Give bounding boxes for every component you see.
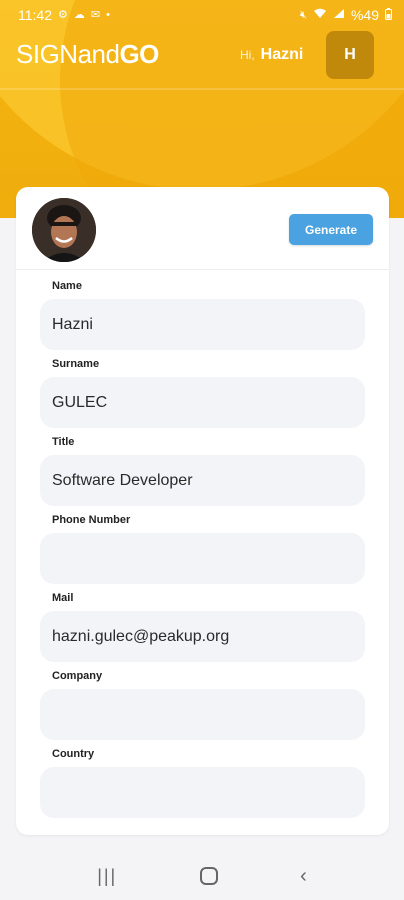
status-right: 🔇︎ %49 xyxy=(300,7,392,23)
phone-field-group: Phone Number xyxy=(40,514,365,584)
settings-icon: ⚙ xyxy=(58,8,68,21)
name-label: Name xyxy=(52,280,82,292)
phone-label: Phone Number xyxy=(52,514,131,526)
logo-text: SIGNand xyxy=(16,39,120,69)
wifi-icon xyxy=(313,8,327,22)
country-field-group: Country xyxy=(40,748,365,818)
system-nav-bar: ||| ‹ xyxy=(0,852,404,900)
avatar-initial: H xyxy=(344,46,356,63)
title-input[interactable]: Software Developer xyxy=(40,455,365,506)
app-bar: SIGNandGO Hi, Hazni H xyxy=(0,30,404,80)
company-input[interactable] xyxy=(40,689,365,740)
mail-icon: ✉ xyxy=(90,8,101,21)
profile-form-card: Generate Name Hazni Surname GULEC Title … xyxy=(16,187,389,835)
dot-icon: • xyxy=(106,8,110,21)
company-field-group: Company xyxy=(40,670,365,740)
back-icon[interactable]: ‹ xyxy=(300,865,307,888)
signal-icon xyxy=(333,8,345,22)
user-avatar-button[interactable]: H xyxy=(326,31,374,79)
name-field-group: Name Hazni xyxy=(40,280,365,350)
greeting-user-name: Hazni xyxy=(260,46,304,63)
mail-field-group: Mail hazni.gulec@peakup.org xyxy=(40,592,365,662)
status-bar: 11:42 ⚙ ☁ ✉ • 🔇︎ %49 xyxy=(0,0,404,30)
surname-label: Surname xyxy=(52,358,100,370)
country-input[interactable] xyxy=(40,767,365,818)
greeting-prefix: Hi, xyxy=(240,48,255,62)
mail-input[interactable]: hazni.gulec@peakup.org xyxy=(40,611,365,662)
surname-input[interactable]: GULEC xyxy=(40,377,365,428)
mail-label: Mail xyxy=(52,592,74,604)
form-fields: Name Hazni Surname GULEC Title Software … xyxy=(16,270,389,818)
status-left: 11:42 ⚙ ☁ ✉ • xyxy=(18,7,110,23)
battery-icon xyxy=(385,7,392,23)
name-input[interactable]: Hazni xyxy=(40,299,365,350)
phone-input[interactable] xyxy=(40,533,365,584)
profile-header: Generate xyxy=(16,187,389,270)
app-logo: SIGNandGO xyxy=(16,39,159,70)
user-greeting: Hi, Hazni xyxy=(240,46,303,64)
recent-apps-icon[interactable]: ||| xyxy=(97,866,117,887)
company-label: Company xyxy=(52,670,103,682)
home-icon[interactable] xyxy=(199,867,218,885)
status-time: 11:42 xyxy=(18,7,52,23)
surname-field-group: Surname GULEC xyxy=(40,358,365,428)
country-label: Country xyxy=(52,748,95,760)
title-label: Title xyxy=(52,436,75,448)
logo-accent: GO xyxy=(119,39,159,69)
generate-button[interactable]: Generate xyxy=(289,214,373,245)
title-field-group: Title Software Developer xyxy=(40,436,365,506)
header-divider xyxy=(0,88,404,90)
cloud-icon: ☁ xyxy=(73,8,85,21)
mute-icon: 🔇︎ xyxy=(300,8,307,21)
battery-percent: %49 xyxy=(350,7,379,23)
profile-photo[interactable] xyxy=(32,198,96,262)
